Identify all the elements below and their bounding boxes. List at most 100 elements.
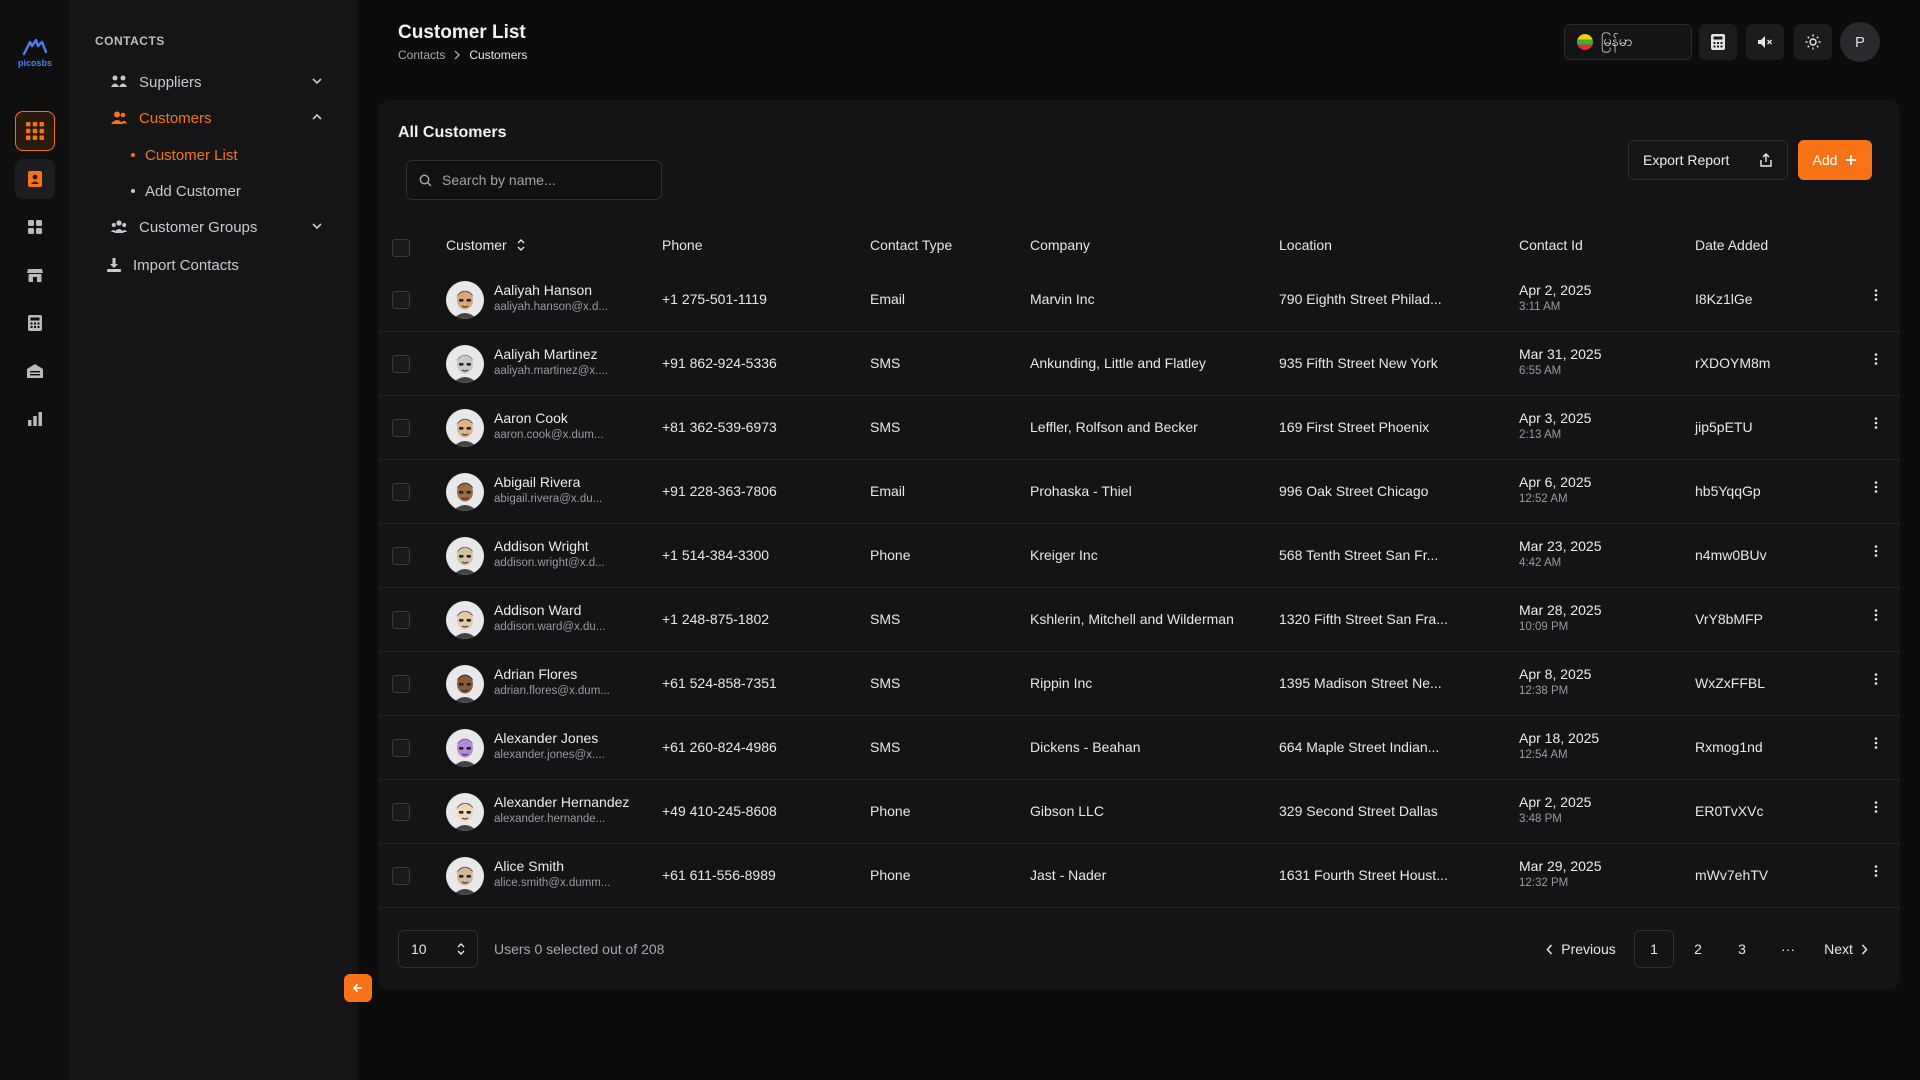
card-title: All Customers	[398, 124, 507, 141]
time-added: 2:13 AM	[1519, 429, 1562, 441]
customer-company: Marvin Inc	[1030, 291, 1095, 307]
table-row[interactable]: Alice Smith alice.smith@x.dumm... +61 611-…	[378, 844, 1900, 908]
page-size-select[interactable]: 10	[398, 930, 478, 968]
rail-apps-button[interactable]	[15, 111, 55, 151]
sidebar-item-import-contacts[interactable]: Import Contacts	[107, 250, 319, 280]
user-avatar[interactable]: P	[1840, 22, 1880, 62]
page-button-1[interactable]: 1	[1634, 930, 1674, 968]
customer-name[interactable]: Alice Smith	[494, 858, 564, 874]
sidebar-subitem-label: Add Customer	[145, 182, 241, 200]
row-actions-button[interactable]	[1874, 352, 1878, 369]
rail-reports-button[interactable]	[15, 399, 55, 439]
page-button-3[interactable]: 3	[1722, 930, 1762, 968]
row-actions-button[interactable]	[1874, 544, 1878, 561]
sidebar-item-customer-groups[interactable]: Customer Groups	[111, 212, 323, 242]
customer-name[interactable]: Addison Ward	[494, 602, 581, 618]
breadcrumb-contacts[interactable]: Contacts	[398, 48, 445, 62]
customer-name[interactable]: Adrian Flores	[494, 666, 577, 682]
table-row[interactable]: Abigail Rivera abigail.rivera@x.du... +91 …	[378, 460, 1900, 524]
add-customer-button[interactable]: Add	[1798, 140, 1872, 180]
rail-calculator-button[interactable]	[15, 303, 55, 343]
customer-company: Prohaska - Thiel	[1030, 483, 1132, 499]
sidebar-subitem-add-customer[interactable]: Add Customer	[131, 180, 241, 202]
customer-name[interactable]: Aaron Cook	[494, 410, 568, 426]
table-row[interactable]: Addison Ward addison.ward@x.du... +1 248-8…	[378, 588, 1900, 652]
customer-name[interactable]: Aaliyah Martinez	[494, 346, 598, 362]
page-button-2[interactable]: 2	[1678, 930, 1718, 968]
select-all-checkbox[interactable]	[392, 239, 410, 257]
column-header-date-added: Date Added	[1695, 237, 1768, 253]
table-row[interactable]: Aaliyah Martinez aaliyah.martinez@x.... +9…	[378, 332, 1900, 396]
row-actions-button[interactable]	[1874, 672, 1878, 689]
contact-type: SMS	[870, 739, 901, 755]
customer-name[interactable]: Alexander Hernandez	[494, 794, 629, 810]
customer-avatar	[446, 601, 484, 639]
row-checkbox[interactable]	[392, 867, 410, 885]
previous-page-button[interactable]: Previous	[1543, 930, 1619, 968]
language-selector[interactable]: မြန်မာ	[1564, 24, 1692, 60]
sidebar-subitem-customer-list[interactable]: Customer List	[131, 144, 238, 166]
row-actions-button[interactable]	[1874, 288, 1878, 305]
customers-card: All Customers Export Report Add Customer…	[378, 100, 1900, 990]
row-actions-button[interactable]	[1874, 864, 1878, 881]
customer-phone: +1 275-501-1119	[662, 291, 767, 307]
customer-avatar	[446, 473, 484, 511]
table-row[interactable]: Adrian Flores adrian.flores@x.dum... +61 5…	[378, 652, 1900, 716]
date-added: Apr 2, 2025	[1519, 794, 1592, 810]
row-checkbox[interactable]	[392, 419, 410, 437]
store-icon	[27, 269, 43, 282]
row-checkbox[interactable]	[392, 739, 410, 757]
customer-email: addison.wright@x.d...	[494, 557, 605, 569]
customer-name[interactable]: Alexander Jones	[494, 730, 598, 746]
collapse-sidebar-button[interactable]	[344, 974, 372, 1002]
export-report-button[interactable]: Export Report	[1628, 140, 1788, 180]
sidebar-item-customers[interactable]: Customers	[111, 103, 323, 133]
rail-contacts-button[interactable]	[15, 159, 55, 199]
calculator-button[interactable]	[1699, 24, 1737, 60]
previous-label: Previous	[1561, 941, 1616, 957]
table-row[interactable]: Aaron Cook aaron.cook@x.dum... +81 362-539…	[378, 396, 1900, 460]
column-header-phone: Phone	[662, 237, 702, 253]
table-row[interactable]: Alexander Jones alexander.jones@x.... +61 …	[378, 716, 1900, 780]
more-vertical-icon	[1874, 417, 1878, 429]
contact-id: ER0TvXVc	[1695, 803, 1764, 819]
rail-store-button[interactable]	[15, 255, 55, 295]
row-checkbox[interactable]	[392, 291, 410, 309]
sound-toggle-button[interactable]	[1746, 24, 1784, 60]
row-actions-button[interactable]	[1874, 800, 1878, 817]
row-checkbox[interactable]	[392, 675, 410, 693]
row-checkbox[interactable]	[392, 547, 410, 565]
column-label: Company	[1030, 237, 1090, 253]
search-icon	[419, 174, 432, 187]
row-checkbox[interactable]	[392, 803, 410, 821]
app-logo[interactable]: picosbs	[16, 38, 54, 68]
row-actions-button[interactable]	[1874, 480, 1878, 497]
table-row[interactable]: Alexander Hernandez alexander.hernande...…	[378, 780, 1900, 844]
row-actions-button[interactable]	[1874, 608, 1878, 625]
row-checkbox[interactable]	[392, 483, 410, 501]
contact-type: SMS	[870, 419, 901, 435]
rail-warehouse-button[interactable]	[15, 351, 55, 391]
search-input[interactable]	[442, 172, 642, 188]
customer-company: Kreiger Inc	[1030, 547, 1098, 563]
table-row[interactable]: Aaliyah Hanson aaliyah.hanson@x.d... +1 27…	[378, 268, 1900, 332]
logo-text: picosbs	[17, 58, 52, 68]
column-header-customer[interactable]: Customer	[446, 237, 525, 253]
theme-toggle-button[interactable]	[1794, 24, 1832, 60]
row-actions-button[interactable]	[1874, 736, 1878, 753]
chevron-left-icon	[1546, 944, 1553, 954]
next-page-button[interactable]: Next	[1816, 930, 1876, 968]
sidebar-item-suppliers[interactable]: Suppliers	[111, 67, 323, 97]
customer-name[interactable]: Abigail Rivera	[494, 474, 580, 490]
row-actions-button[interactable]	[1874, 416, 1878, 433]
language-label: မြန်မာ	[1601, 32, 1633, 49]
rail-widgets-button[interactable]	[15, 207, 55, 247]
customer-name[interactable]: Aaliyah Hanson	[494, 282, 592, 298]
customer-name[interactable]: Addison Wright	[494, 538, 589, 554]
column-label: Contact Type	[870, 237, 953, 253]
row-checkbox[interactable]	[392, 611, 410, 629]
time-added: 3:11 AM	[1519, 301, 1561, 313]
table-row[interactable]: Addison Wright addison.wright@x.d... +1 51…	[378, 524, 1900, 588]
more-vertical-icon	[1874, 865, 1878, 877]
row-checkbox[interactable]	[392, 355, 410, 373]
